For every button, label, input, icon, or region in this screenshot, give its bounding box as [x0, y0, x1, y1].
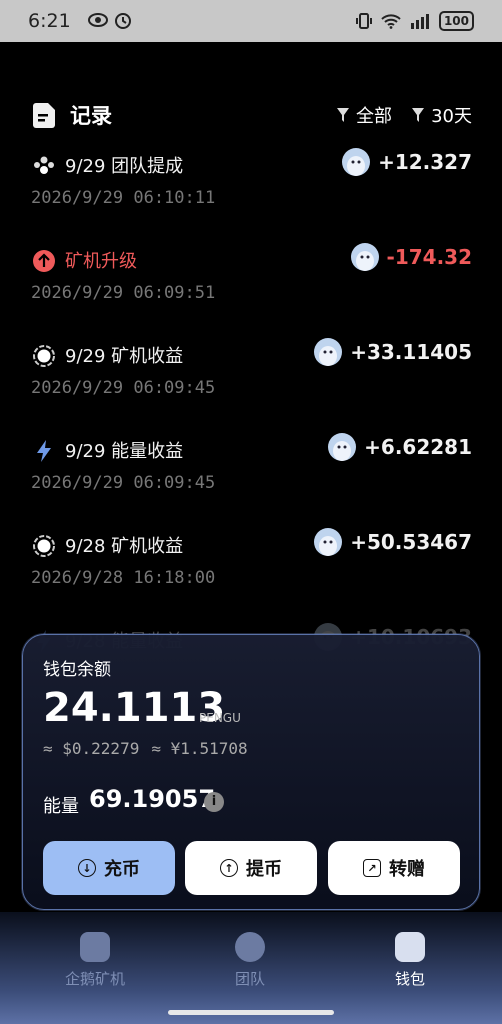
record-amount: +6.62281 [364, 435, 472, 459]
list-item[interactable]: 9/29 能量收益 2026/9/29 06:09:45 +6.62281 [0, 427, 502, 522]
pengu-token-icon [342, 148, 371, 176]
nav-wallet[interactable]: 钱包 [360, 932, 460, 989]
list-item[interactable]: 9/29 矿机收益 2026/9/29 06:09:45 +33.11405 [0, 332, 502, 427]
record-title: 9/29 矿机收益 [65, 346, 184, 367]
nav-mine-label: 企鹅矿机 [64, 970, 125, 988]
record-title: 9/29 团队提成 [65, 156, 184, 177]
mining-ring-icon [32, 534, 56, 558]
transfer-label: 转赠 [389, 859, 425, 880]
info-icon[interactable]: i [204, 792, 224, 812]
home-indicator[interactable] [168, 1010, 334, 1015]
signal-icon [410, 14, 429, 29]
filter-type-button[interactable]: 全部 [336, 102, 392, 128]
pengu-token-icon [314, 338, 343, 366]
fiat-values: ≈ $0.22279 ≈ ¥1.51708 [43, 739, 248, 758]
transfer-button[interactable]: ↗ 转赠 [328, 841, 460, 895]
deposit-label: 充币 [104, 859, 140, 880]
record-title: 9/29 能量收益 [65, 441, 184, 462]
wallet-unit: PENGU [199, 711, 241, 725]
pengu-token-icon [314, 528, 343, 556]
team-icon [235, 932, 265, 962]
status-bar: 6:21 100 [0, 0, 502, 42]
wallet-card: 钱包余额 24.1113 PENGU ≈ $0.22279 ≈ ¥1.51708… [22, 634, 480, 910]
lightning-icon [32, 439, 56, 463]
records-title: 记录 [70, 104, 112, 128]
status-time: 6:21 [28, 10, 71, 32]
wallet-balance: 24.1113 [43, 685, 226, 731]
list-item[interactable]: 9/28 矿机收益 2026/9/28 16:18:00 +50.53467 [0, 522, 502, 617]
withdraw-button[interactable]: ↑ 提币 [185, 841, 317, 895]
nav-wallet-label: 钱包 [394, 970, 425, 988]
record-time: 2026/9/29 06:09:51 [31, 283, 216, 303]
funnel-icon [337, 108, 349, 122]
record-time: 2026/9/29 06:09:45 [31, 378, 216, 398]
record-title: 9/28 矿机收益 [65, 536, 184, 557]
nav-team[interactable]: 团队 [200, 932, 300, 989]
funnel-icon [412, 108, 425, 122]
eye-icon [88, 13, 108, 27]
record-time: 2026/9/29 06:09:45 [31, 473, 216, 493]
team-icon [32, 154, 56, 178]
record-amount: -174.32 [386, 245, 472, 269]
document-icon [33, 103, 55, 128]
wifi-icon [381, 14, 401, 29]
record-amount: +12.327 [378, 150, 472, 174]
record-amount: +33.11405 [350, 340, 472, 364]
wallet-label: 钱包余额 [43, 660, 111, 680]
miner-icon [80, 932, 110, 962]
record-amount: +50.53467 [350, 530, 472, 554]
bottom-nav: 企鹅矿机 团队 钱包 [0, 912, 502, 1024]
external-arrow-icon: ↗ [363, 859, 381, 877]
filter-type-label: 全部 [356, 106, 392, 127]
record-time: 2026/9/29 06:10:11 [31, 188, 216, 208]
energy-value: 69.19057 [89, 785, 216, 813]
vibrate-icon [355, 13, 372, 29]
record-time: 2026/9/28 16:18:00 [31, 568, 216, 588]
pengu-token-icon [328, 433, 357, 461]
battery-indicator: 100 [438, 11, 474, 31]
alarm-icon [115, 13, 131, 29]
arrow-up-circle-icon: ↑ [220, 859, 238, 877]
record-title: 矿机升级 [65, 251, 137, 272]
pengu-token-icon [350, 243, 379, 271]
mining-ring-icon [32, 344, 56, 368]
records-header: 记录 全部 30天 [32, 100, 472, 130]
cny-value: ≈ ¥1.51708 [151, 739, 248, 758]
upgrade-arrow-icon [32, 249, 56, 273]
energy-label: 能量 [43, 796, 79, 817]
list-item[interactable]: 矿机升级 2026/9/29 06:09:51 -174.32 [0, 237, 502, 332]
nav-team-label: 团队 [234, 970, 265, 988]
wallet-icon [395, 932, 425, 962]
arrow-down-circle-icon: ↓ [78, 859, 96, 877]
withdraw-label: 提币 [246, 859, 282, 880]
usd-value: ≈ $0.22279 [43, 739, 140, 758]
filter-period-label: 30天 [431, 106, 472, 127]
list-item[interactable]: 9/29 团队提成 2026/9/29 06:10:11 +12.327 [0, 142, 502, 237]
filter-period-button[interactable]: 30天 [411, 102, 472, 128]
nav-mine[interactable]: 企鹅矿机 [45, 932, 145, 989]
deposit-button[interactable]: ↓ 充币 [43, 841, 175, 895]
